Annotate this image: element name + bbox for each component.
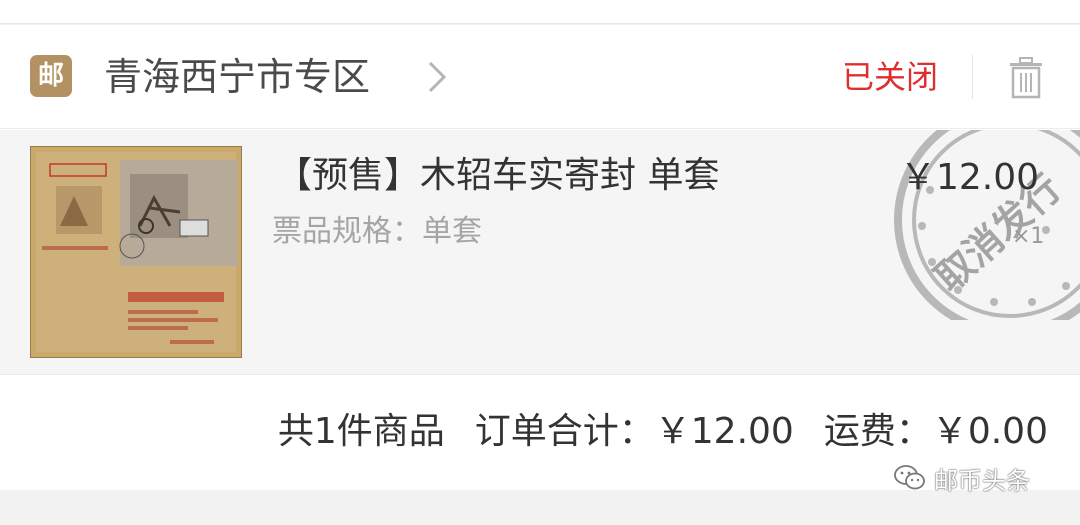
item-quantity: ×1 [1012, 224, 1045, 249]
chevron-right-icon[interactable] [424, 59, 450, 95]
previous-card-edge [0, 0, 1080, 24]
header-divider [972, 55, 973, 99]
watermark-text: 邮币头条 [934, 466, 1030, 495]
order-status: 已关闭 [842, 58, 939, 96]
cover-thumbnail-image[interactable] [30, 146, 242, 358]
wechat-icon [894, 465, 925, 490]
order-page: 邮 青海西宁市专区 已关闭 【预售】木轺车实寄封 单套 票品规格：单套 取消发行… [0, 0, 1080, 525]
order-header: 邮 青海西宁市专区 已关闭 [0, 25, 1080, 129]
shipping-fee: 运费：￥0.00 [823, 411, 1048, 452]
item-price: ￥12.00 [900, 157, 1040, 198]
item-count: 共1件商品 [277, 411, 445, 452]
item-title[interactable]: 【预售】木轺车实寄封 单套 [276, 148, 719, 204]
shop-name-link[interactable]: 青海西宁市专区 [104, 49, 370, 105]
item-spec: 票品规格：单套 [272, 214, 482, 249]
watermark: 邮币头条 [894, 458, 1030, 498]
trash-icon[interactable] [1006, 57, 1046, 99]
order-summary: 共1件商品 订单合计：￥12.00 运费：￥0.00 [278, 402, 1048, 462]
order-card: 邮 青海西宁市专区 已关闭 【预售】木轺车实寄封 单套 票品规格：单套 取消发行… [0, 25, 1080, 490]
order-item-row[interactable]: 【预售】木轺车实寄封 单套 票品规格：单套 取消发行 ￥12.00 ×1 [0, 130, 1080, 375]
order-total: 订单合计：￥12.00 [474, 411, 794, 452]
shop-mail-icon: 邮 [30, 55, 72, 97]
